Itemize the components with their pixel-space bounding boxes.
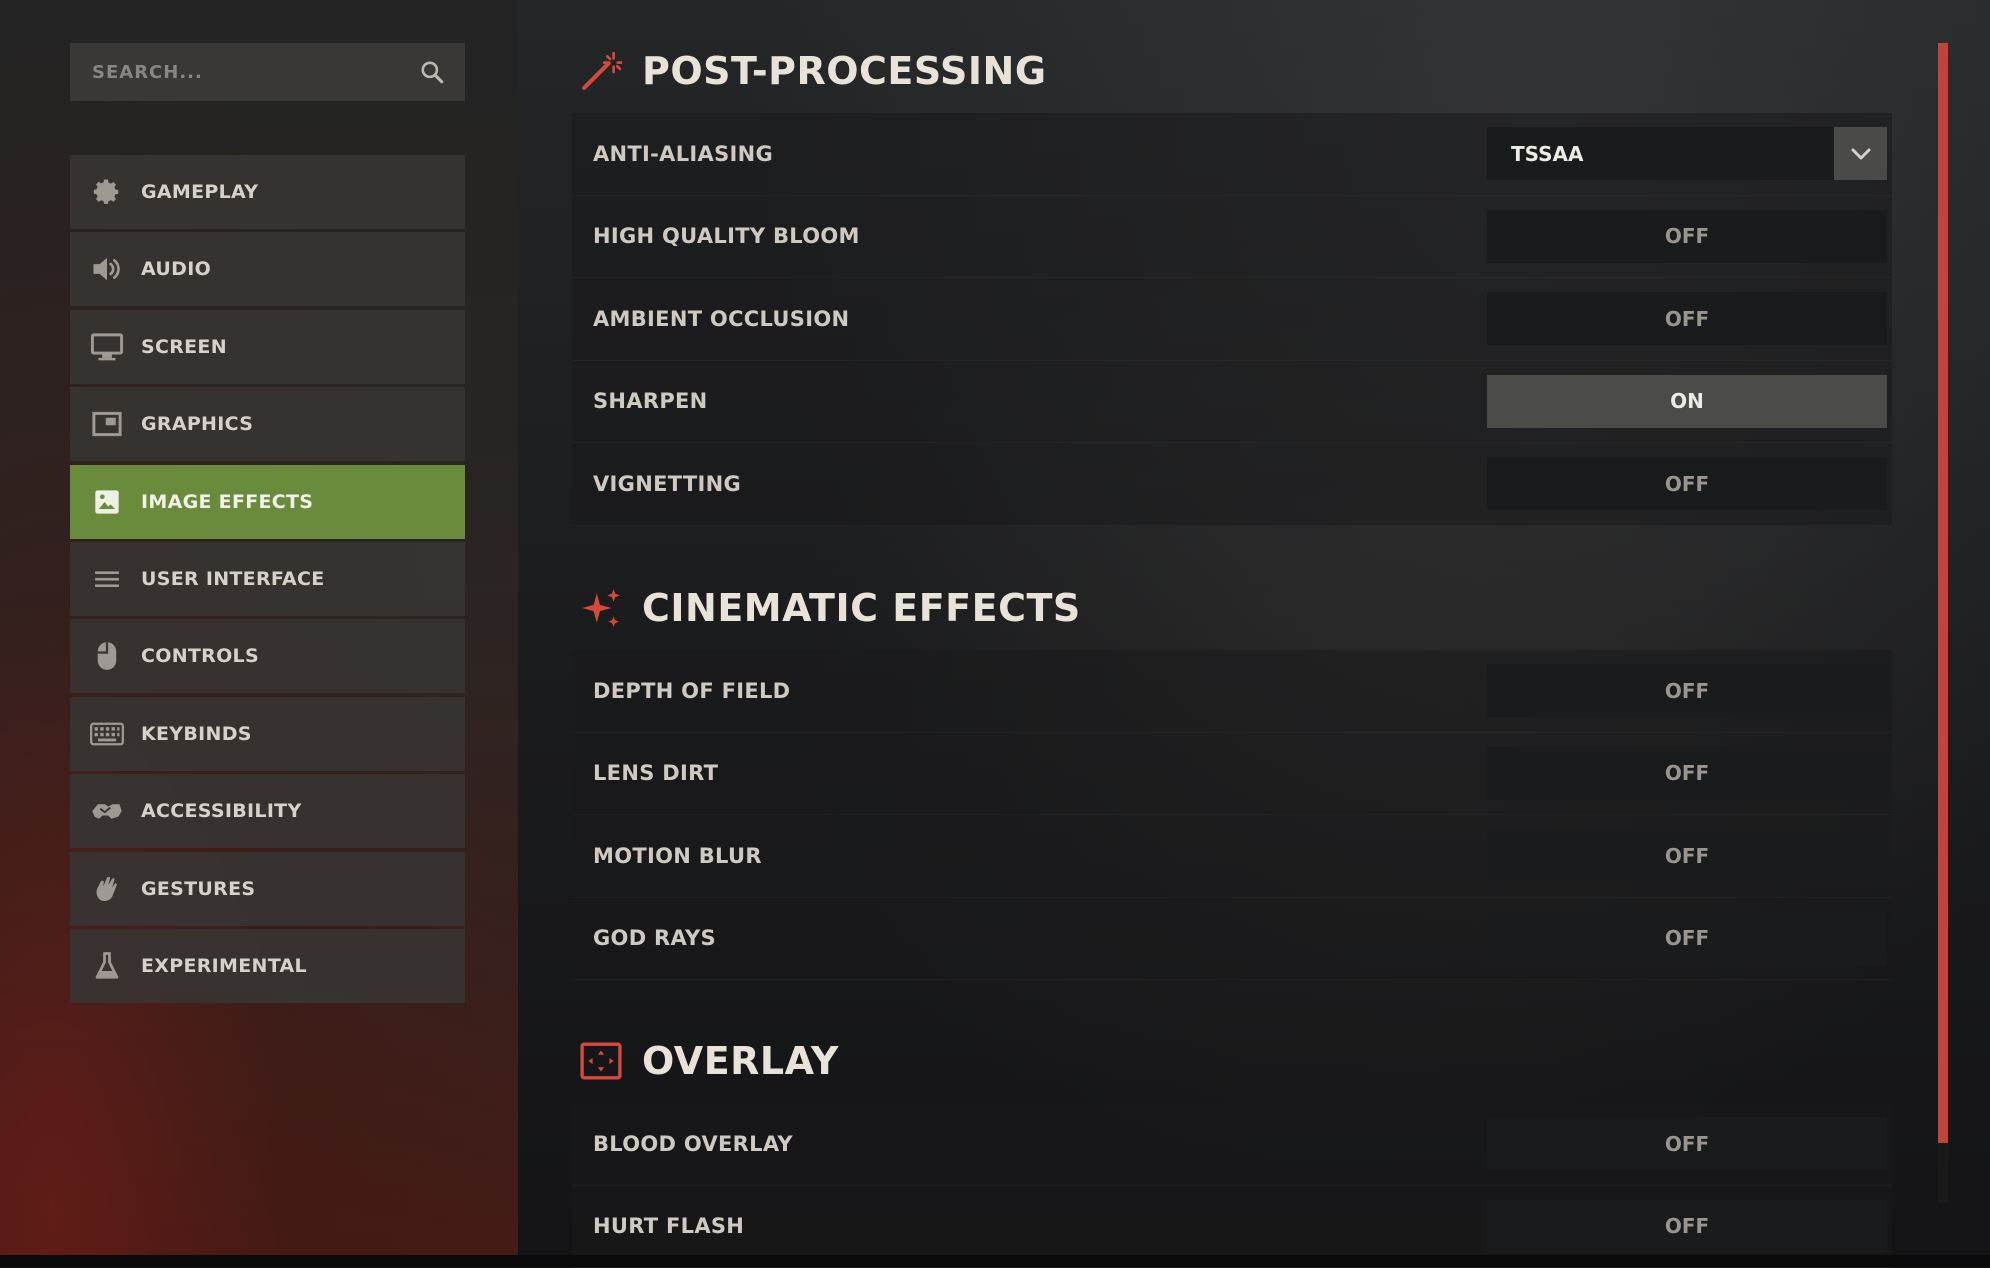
setting-label: DEPTH OF FIELD	[593, 679, 790, 703]
sidebar-item-user-interface[interactable]: USER INTERFACE	[70, 542, 465, 616]
sidebar-item-keybinds[interactable]: KEYBINDS	[70, 697, 465, 771]
setting-row-motion-blur: MOTION BLUR OFF	[572, 815, 1892, 898]
sidebar-item-experimental[interactable]: EXPERIMENTAL	[70, 929, 465, 1003]
section-title: CINEMATIC EFFECTS	[642, 586, 1081, 630]
sidebar-item-gestures[interactable]: GESTURES	[70, 852, 465, 926]
setting-label: HIGH QUALITY BLOOM	[593, 224, 860, 248]
sidebar-item-label: CONTROLS	[141, 645, 259, 667]
sidebar-item-image-effects[interactable]: IMAGE EFFECTS	[70, 465, 465, 539]
motion-blur-toggle[interactable]: OFF	[1487, 829, 1887, 882]
ambient-occlusion-toggle[interactable]: OFF	[1487, 292, 1887, 345]
sharpen-toggle[interactable]: ON	[1487, 375, 1887, 428]
section-title: OVERLAY	[642, 1039, 839, 1083]
sidebar-item-label: USER INTERFACE	[141, 568, 325, 590]
depth-of-field-toggle[interactable]: OFF	[1487, 664, 1887, 717]
setting-row-sharpen: SHARPEN ON	[572, 361, 1892, 444]
setting-row-depth-of-field: DEPTH OF FIELD OFF	[572, 650, 1892, 733]
post-processing-settings: ANTI-ALIASING TSSAA HIGH QUALITY BLOOM O…	[572, 113, 1892, 526]
sidebar-item-controls[interactable]: CONTROLS	[70, 619, 465, 693]
sidebar-item-audio[interactable]: AUDIO	[70, 232, 465, 306]
sidebar-item-label: GRAPHICS	[141, 413, 253, 435]
setting-label: SHARPEN	[593, 389, 708, 413]
lines-icon	[90, 562, 124, 596]
speaker-icon	[90, 252, 124, 286]
sidebar-item-accessibility[interactable]: ACCESSIBILITY	[70, 774, 465, 848]
sidebar-item-label: IMAGE EFFECTS	[141, 491, 313, 513]
sidebar-item-graphics[interactable]: GRAPHICS	[70, 387, 465, 461]
sidebar-item-label: ACCESSIBILITY	[141, 800, 302, 822]
search-box[interactable]	[70, 43, 465, 101]
god-rays-toggle[interactable]: OFF	[1487, 912, 1887, 965]
chevron-down-icon[interactable]	[1834, 127, 1887, 180]
setting-label: GOD RAYS	[593, 926, 716, 950]
overlay-settings: BLOOD OVERLAY OFF HURT FLASH OFF	[572, 1103, 1892, 1268]
keyboard-icon	[90, 717, 124, 751]
sparkles-icon	[580, 587, 622, 629]
setting-row-ambient-occlusion: AMBIENT OCCLUSION OFF	[572, 278, 1892, 361]
image-icon	[90, 485, 124, 519]
sidebar-item-label: AUDIO	[141, 258, 211, 280]
hurt-flash-toggle[interactable]: OFF	[1487, 1200, 1887, 1253]
gear-icon	[90, 175, 124, 209]
setting-row-blood-overlay: BLOOD OVERLAY OFF	[572, 1103, 1892, 1186]
scrollbar-thumb[interactable]	[1938, 43, 1948, 1143]
magic-wand-icon	[580, 50, 622, 92]
setting-label: AMBIENT OCCLUSION	[593, 307, 849, 331]
sidebar-item-label: GAMEPLAY	[141, 181, 258, 203]
monitor-icon	[90, 330, 124, 364]
anti-aliasing-dropdown[interactable]: TSSAA	[1487, 127, 1887, 180]
setting-row-lens-dirt: LENS DIRT OFF	[572, 733, 1892, 816]
sidebar-item-screen[interactable]: SCREEN	[70, 310, 465, 384]
setting-row-anti-aliasing: ANTI-ALIASING TSSAA	[572, 113, 1892, 196]
sidebar-item-label: SCREEN	[141, 336, 227, 358]
setting-label: ANTI-ALIASING	[593, 142, 773, 166]
bottom-edge	[0, 1255, 1990, 1267]
setting-row-vignetting: VIGNETTING OFF	[572, 443, 1892, 526]
dropdown-value: TSSAA	[1487, 142, 1834, 166]
sidebar-item-label: KEYBINDS	[141, 723, 252, 745]
section-header-cinematic-effects: CINEMATIC EFFECTS	[580, 583, 1081, 633]
search-input[interactable]	[90, 61, 419, 84]
cinematic-effects-settings: DEPTH OF FIELD OFF LENS DIRT OFF MOTION …	[572, 650, 1892, 980]
setting-label: MOTION BLUR	[593, 844, 762, 868]
handshake-icon	[90, 794, 124, 828]
vignetting-toggle[interactable]: OFF	[1487, 457, 1887, 510]
setting-label: LENS DIRT	[593, 761, 718, 785]
setting-label: VIGNETTING	[593, 472, 741, 496]
blood-overlay-toggle[interactable]: OFF	[1487, 1117, 1887, 1170]
section-title: POST-PROCESSING	[642, 49, 1047, 93]
lens-dirt-toggle[interactable]: OFF	[1487, 747, 1887, 800]
flask-icon	[90, 949, 124, 983]
wave-hand-icon	[90, 872, 124, 906]
mouse-icon	[90, 639, 124, 673]
picture-in-picture-icon	[90, 407, 124, 441]
high-quality-bloom-toggle[interactable]: OFF	[1487, 210, 1887, 263]
sidebar-nav: GAMEPLAY AUDIO SCREEN GRAPHICS IMAGE EFF…	[70, 155, 465, 1006]
section-header-post-processing: POST-PROCESSING	[580, 46, 1047, 96]
setting-row-god-rays: GOD RAYS OFF	[572, 898, 1892, 981]
setting-label: HURT FLASH	[593, 1214, 744, 1238]
sidebar-item-label: EXPERIMENTAL	[141, 955, 307, 977]
setting-label: BLOOD OVERLAY	[593, 1132, 793, 1156]
sidebar-item-label: GESTURES	[141, 878, 255, 900]
frame-icon	[580, 1040, 622, 1082]
section-header-overlay: OVERLAY	[580, 1036, 839, 1086]
search-icon[interactable]	[419, 59, 445, 85]
sidebar-item-gameplay[interactable]: GAMEPLAY	[70, 155, 465, 229]
setting-row-high-quality-bloom: HIGH QUALITY BLOOM OFF	[572, 196, 1892, 279]
